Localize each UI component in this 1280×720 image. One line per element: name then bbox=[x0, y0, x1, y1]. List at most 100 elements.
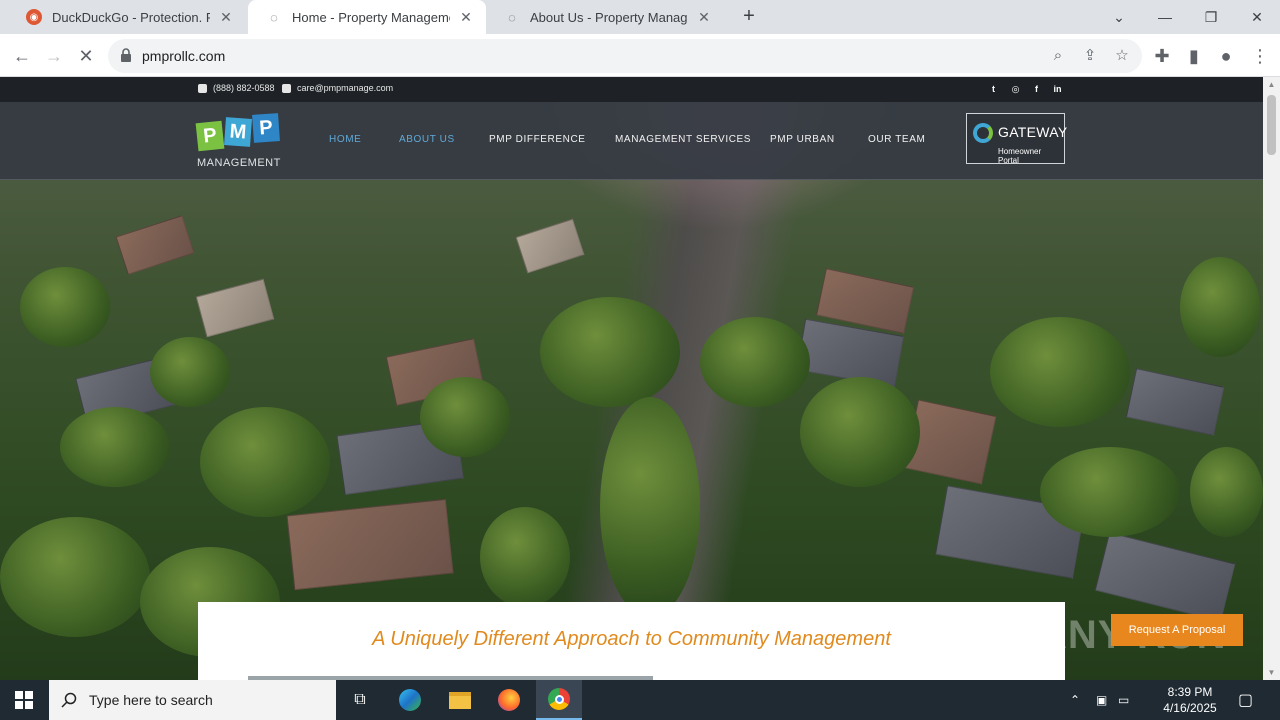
pmp-logo[interactable]: P M P MANAGEMENT bbox=[195, 110, 281, 172]
tree bbox=[540, 297, 680, 407]
menu-icon[interactable]: ⋮ bbox=[1246, 42, 1274, 70]
tree bbox=[420, 377, 510, 457]
show-hidden-icons[interactable]: ⌃ bbox=[1070, 680, 1080, 720]
scroll-up-icon[interactable]: ▲ bbox=[1267, 80, 1276, 89]
page-scrollbar[interactable]: ▲ ▼ bbox=[1263, 77, 1280, 680]
zoom-icon[interactable]: ⌕ bbox=[1048, 46, 1068, 66]
gateway-icon bbox=[973, 123, 993, 143]
house-roof bbox=[515, 218, 585, 274]
house-roof bbox=[286, 498, 454, 591]
windows-logo-icon bbox=[15, 691, 33, 709]
tree bbox=[1040, 447, 1180, 537]
system-clock[interactable]: 8:39 PM 4/16/2025 bbox=[1160, 684, 1220, 716]
edge-icon[interactable] bbox=[390, 680, 430, 720]
house-roof bbox=[1125, 368, 1225, 436]
twitter-icon[interactable]: t bbox=[988, 84, 999, 95]
nav-pmp-difference[interactable]: PMP DIFFERENCE bbox=[489, 134, 586, 145]
minimize-button[interactable]: — bbox=[1142, 0, 1188, 34]
file-explorer-icon[interactable] bbox=[440, 680, 480, 720]
close-icon[interactable]: ✕ bbox=[458, 9, 474, 25]
scrollbar-thumb[interactable] bbox=[1267, 95, 1276, 155]
tagline-heading: A Uniquely Different Approach to Communi… bbox=[372, 628, 891, 650]
tree bbox=[150, 337, 230, 407]
forward-icon[interactable]: → bbox=[40, 42, 68, 70]
search-icon bbox=[61, 692, 77, 708]
email-address: care@pmpmanage.com bbox=[297, 83, 394, 93]
task-view-icon[interactable]: ⧉ bbox=[340, 680, 380, 720]
tab-title: Home - Property Management I bbox=[292, 9, 450, 25]
network-icon[interactable]: ▭ bbox=[1118, 680, 1129, 720]
tree bbox=[200, 407, 330, 517]
gateway-title: GATEWAY bbox=[998, 124, 1068, 140]
tree bbox=[0, 517, 150, 637]
restore-button[interactable]: ❐ bbox=[1188, 0, 1234, 34]
email-icon bbox=[282, 83, 291, 93]
nav-management-services[interactable]: MANAGEMENT SERVICES bbox=[615, 134, 751, 145]
page-viewport: (888) 882-0588 care@pmpmanage.com t ◎ f … bbox=[0, 77, 1263, 680]
phone-contact[interactable]: (888) 882-0588 bbox=[198, 83, 275, 93]
house-roof bbox=[195, 278, 275, 338]
logo-subtitle: MANAGEMENT bbox=[197, 157, 281, 169]
tree bbox=[20, 267, 110, 347]
clock-date: 4/16/2025 bbox=[1163, 701, 1217, 715]
network-drive-icon[interactable]: ▣ bbox=[1096, 680, 1107, 720]
email-contact[interactable]: care@pmpmanage.com bbox=[282, 83, 393, 93]
chrome-icon[interactable] bbox=[536, 680, 582, 720]
scroll-down-icon[interactable]: ▼ bbox=[1267, 668, 1276, 677]
lock-icon bbox=[121, 48, 131, 62]
tree bbox=[700, 317, 810, 407]
side-panel-icon[interactable]: ▮ bbox=[1180, 42, 1208, 70]
phone-icon bbox=[198, 83, 207, 93]
stop-loading-icon[interactable]: ✕ bbox=[72, 42, 100, 70]
start-button[interactable] bbox=[0, 680, 48, 720]
tab-duckduckgo[interactable]: ◉ DuckDuckGo - Protection. Privacy ✕ bbox=[8, 0, 246, 34]
linkedin-icon[interactable]: in bbox=[1052, 84, 1063, 95]
logo-letter-p2: P bbox=[252, 113, 280, 143]
loading-icon: ◌ bbox=[508, 9, 516, 25]
notification-icon[interactable]: ▢ bbox=[1238, 680, 1253, 720]
tree bbox=[990, 317, 1130, 427]
back-icon[interactable]: ← bbox=[8, 42, 36, 70]
duckduckgo-icon: ◉ bbox=[26, 9, 42, 25]
close-icon[interactable]: ✕ bbox=[696, 9, 712, 25]
new-tab-button[interactable]: + bbox=[738, 5, 760, 27]
request-proposal-button[interactable]: Request A Proposal bbox=[1111, 614, 1243, 646]
search-placeholder: Type here to search bbox=[89, 692, 213, 708]
share-icon[interactable]: ⇪ bbox=[1080, 46, 1100, 66]
nav-home[interactable]: HOME bbox=[329, 134, 361, 145]
windows-taskbar: Type here to search ⧉ ⌃ ▣ ▭ 8:39 PM 4/16… bbox=[0, 680, 1280, 720]
facebook-icon[interactable]: f bbox=[1031, 84, 1042, 95]
url-text: pmprollc.com bbox=[142, 48, 226, 64]
tab-home[interactable]: ◌ Home - Property Management I ✕ bbox=[248, 0, 486, 34]
logo-letter-p: P bbox=[195, 120, 225, 152]
nav-about-us[interactable]: ABOUT US bbox=[399, 134, 455, 145]
tree bbox=[600, 397, 700, 617]
browser-toolbar: ← → ✕ pmprollc.com ⌕ ⇪ ☆ ✚ ▮ ● ⋮ bbox=[0, 34, 1280, 77]
tree bbox=[480, 507, 570, 607]
tab-title: About Us - Property Management bbox=[530, 9, 688, 25]
tab-about-us[interactable]: ◌ About Us - Property Management ✕ bbox=[486, 0, 724, 34]
firefox-icon[interactable] bbox=[489, 680, 529, 720]
gateway-subtitle: Homeowner Portal bbox=[998, 147, 1042, 165]
taskbar-search[interactable]: Type here to search bbox=[49, 680, 336, 720]
tree bbox=[800, 377, 920, 487]
intro-card: A Uniquely Different Approach to Communi… bbox=[198, 602, 1065, 680]
instagram-icon[interactable]: ◎ bbox=[1010, 84, 1021, 95]
tab-search-icon[interactable]: ⌄ bbox=[1096, 0, 1142, 34]
site-navbar: P M P MANAGEMENT HOME ABOUT US PMP DIFFE… bbox=[0, 102, 1263, 180]
close-window-button[interactable]: ✕ bbox=[1234, 0, 1280, 34]
nav-our-team[interactable]: OUR TEAM bbox=[868, 134, 925, 145]
bookmark-star-icon[interactable]: ☆ bbox=[1112, 46, 1132, 66]
close-icon[interactable]: ✕ bbox=[218, 9, 234, 25]
extensions-icon[interactable]: ✚ bbox=[1148, 42, 1176, 70]
house-roof bbox=[1094, 532, 1236, 622]
gateway-portal-button[interactable]: GATEWAY Homeowner Portal bbox=[966, 113, 1068, 165]
tree bbox=[1190, 447, 1263, 537]
profile-icon[interactable]: ● bbox=[1212, 42, 1240, 70]
clock-time: 8:39 PM bbox=[1167, 685, 1213, 699]
tab-strip: ◉ DuckDuckGo - Protection. Privacy ✕ ◌ H… bbox=[0, 0, 1280, 34]
logo-letter-m: M bbox=[224, 117, 252, 147]
address-bar[interactable]: pmprollc.com ⌕ ⇪ ☆ bbox=[108, 39, 1142, 73]
house-roof bbox=[115, 215, 195, 275]
nav-pmp-urban[interactable]: PMP URBAN bbox=[770, 134, 835, 145]
